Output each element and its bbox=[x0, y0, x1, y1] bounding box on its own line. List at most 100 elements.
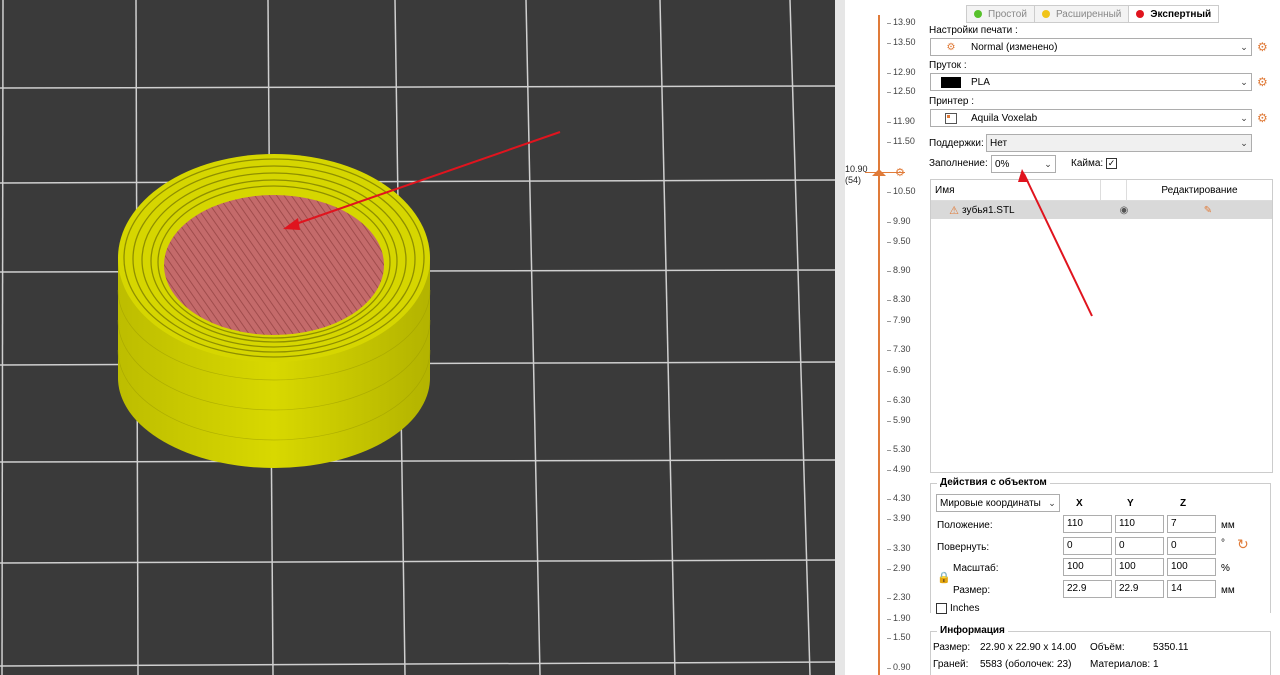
inches-checkbox[interactable] bbox=[936, 603, 947, 614]
slider-tick-label: 12.90 bbox=[893, 67, 916, 77]
supports-combo[interactable]: Нет ⌄ bbox=[986, 134, 1252, 152]
mode-switcher: Простой Расширенный Экспертный bbox=[966, 5, 1220, 23]
supports-label: Поддержки: bbox=[929, 138, 984, 149]
slider-tick-label: 4.90 bbox=[893, 464, 911, 474]
filament-color-swatch bbox=[941, 76, 961, 88]
slider-track[interactable] bbox=[878, 15, 880, 675]
inches-label: Inches bbox=[950, 603, 980, 614]
print-settings-edit-icon[interactable]: ⚙ bbox=[1257, 40, 1268, 54]
slider-tick bbox=[887, 619, 891, 620]
scale-x-field[interactable]: 100 bbox=[1063, 558, 1112, 576]
slider-tick-label: 8.90 bbox=[893, 265, 911, 275]
slider-tick-label: 10.50 bbox=[893, 186, 916, 196]
slider-tick bbox=[887, 421, 891, 422]
position-y-field[interactable]: 110 bbox=[1115, 515, 1164, 533]
slider-tick-label: 5.30 bbox=[893, 444, 911, 454]
slider-tick-label: 5.90 bbox=[893, 415, 911, 425]
slider-cog-icon[interactable]: ⚙ bbox=[895, 166, 905, 179]
mode-expert[interactable]: Экспертный bbox=[1129, 6, 1219, 22]
lock-icon[interactable]: 🔒 bbox=[937, 571, 951, 584]
slider-tick bbox=[887, 321, 891, 322]
mode-simple[interactable]: Простой bbox=[967, 6, 1035, 22]
slider-tick bbox=[887, 470, 891, 471]
size-y-field[interactable]: 22.9 bbox=[1115, 580, 1164, 598]
info-materials-value: 1 bbox=[1153, 659, 1159, 670]
size-z-field[interactable]: 14 bbox=[1167, 580, 1216, 598]
info-volume-value: 5350.11 bbox=[1153, 642, 1189, 653]
slider-tick bbox=[887, 401, 891, 402]
slider-tick-label: 8.30 bbox=[893, 294, 911, 304]
scale-unit: % bbox=[1221, 563, 1230, 574]
slider-tick bbox=[887, 499, 891, 500]
slider-tick-label: 6.30 bbox=[893, 395, 911, 405]
reset-rotation-icon[interactable]: ↻ bbox=[1237, 536, 1249, 553]
object-manipulation-title: Действия с объектом bbox=[937, 477, 1050, 488]
filament-combo[interactable]: PLA ⌄ bbox=[930, 73, 1252, 91]
filament-edit-icon[interactable]: ⚙ bbox=[1257, 75, 1268, 89]
coord-system-combo[interactable]: Мировые координаты ⌄ bbox=[936, 494, 1060, 512]
slider-tick bbox=[887, 569, 891, 570]
infill-label: Заполнение: bbox=[929, 158, 988, 169]
rotate-z-field[interactable]: 0 bbox=[1167, 537, 1216, 555]
printer-combo[interactable]: Aquila Voxelab ⌄ bbox=[930, 109, 1252, 127]
position-z-field[interactable]: 7 bbox=[1167, 515, 1216, 533]
slider-tick bbox=[887, 73, 891, 74]
axis-y-label: Y bbox=[1127, 498, 1134, 509]
slider-tick-label: 3.30 bbox=[893, 543, 911, 553]
size-x-field[interactable]: 22.9 bbox=[1063, 580, 1112, 598]
printer-edit-icon[interactable]: ⚙ bbox=[1257, 111, 1268, 125]
position-x-field[interactable]: 110 bbox=[1063, 515, 1112, 533]
slider-thumb[interactable] bbox=[872, 169, 886, 176]
chevron-down-icon: ⌄ bbox=[1240, 76, 1248, 87]
viewport-divider bbox=[835, 0, 845, 675]
print-settings-cog-icon: ⚙ bbox=[946, 41, 956, 53]
slider-tick bbox=[887, 350, 891, 351]
slider-tick-label: 11.90 bbox=[893, 116, 915, 126]
slider-current-value: 10.90 (54) bbox=[845, 164, 868, 185]
yellow-dot-icon bbox=[1041, 10, 1050, 18]
scale-z-field[interactable]: 100 bbox=[1167, 558, 1216, 576]
slider-tick bbox=[887, 549, 891, 550]
slider-tick bbox=[887, 300, 891, 301]
rotate-label: Повернуть: bbox=[937, 542, 990, 553]
layer-slider[interactable]: 10.90 (54) ⚙ 13.90 13.50 12.90 12.50 11.90 11… bbox=[845, 0, 925, 675]
slider-tick bbox=[887, 222, 891, 223]
edit-object-icon[interactable]: ✎ bbox=[1144, 205, 1272, 216]
slider-tick-label: 9.50 bbox=[893, 236, 911, 246]
chevron-down-icon: ⌄ bbox=[1240, 112, 1248, 123]
column-edit[interactable]: Редактирование bbox=[1127, 180, 1272, 200]
rotate-y-field[interactable]: 0 bbox=[1115, 537, 1164, 555]
3d-viewport[interactable] bbox=[0, 0, 835, 675]
position-unit: мм bbox=[1221, 520, 1235, 531]
slider-tick-label: 0.90 bbox=[893, 662, 911, 672]
slider-tick bbox=[887, 450, 891, 451]
slider-tick bbox=[887, 598, 891, 599]
info-size-label: Размер: bbox=[933, 642, 971, 653]
info-materials-label: Материалов: bbox=[1090, 659, 1151, 670]
slider-tick-label: 7.30 bbox=[893, 344, 911, 354]
printer-label: Принтер : bbox=[929, 96, 975, 107]
size-unit: мм bbox=[1221, 585, 1235, 596]
info-title: Информация bbox=[937, 625, 1008, 636]
printer-icon bbox=[945, 112, 957, 124]
warning-icon: ⚠ bbox=[949, 204, 959, 217]
slider-tick-label: 2.90 bbox=[893, 563, 911, 573]
printed-model bbox=[117, 154, 431, 468]
rotate-x-field[interactable]: 0 bbox=[1063, 537, 1112, 555]
slider-tick-label: 9.90 bbox=[893, 216, 911, 226]
slider-tick-label: 3.90 bbox=[893, 513, 911, 523]
slider-tick-label: 13.90 bbox=[893, 17, 916, 27]
chevron-down-icon: ⌄ bbox=[1240, 41, 1248, 52]
print-settings-combo[interactable]: ⚙ Normal (изменено) ⌄ bbox=[930, 38, 1252, 56]
mode-advanced[interactable]: Расширенный bbox=[1034, 6, 1130, 22]
scale-y-field[interactable]: 100 bbox=[1115, 558, 1164, 576]
slider-tick-label: 7.90 bbox=[893, 315, 911, 325]
position-label: Положение: bbox=[937, 520, 993, 531]
info-facets-label: Граней: bbox=[933, 659, 969, 670]
info-size-value: 22.90 x 22.90 x 14.00 bbox=[980, 642, 1077, 653]
axis-x-label: X bbox=[1076, 498, 1083, 509]
slider-tick bbox=[887, 271, 891, 272]
rotate-unit: ° bbox=[1221, 538, 1225, 549]
slider-tick bbox=[887, 668, 891, 669]
slider-tick-label: 2.30 bbox=[893, 592, 911, 602]
